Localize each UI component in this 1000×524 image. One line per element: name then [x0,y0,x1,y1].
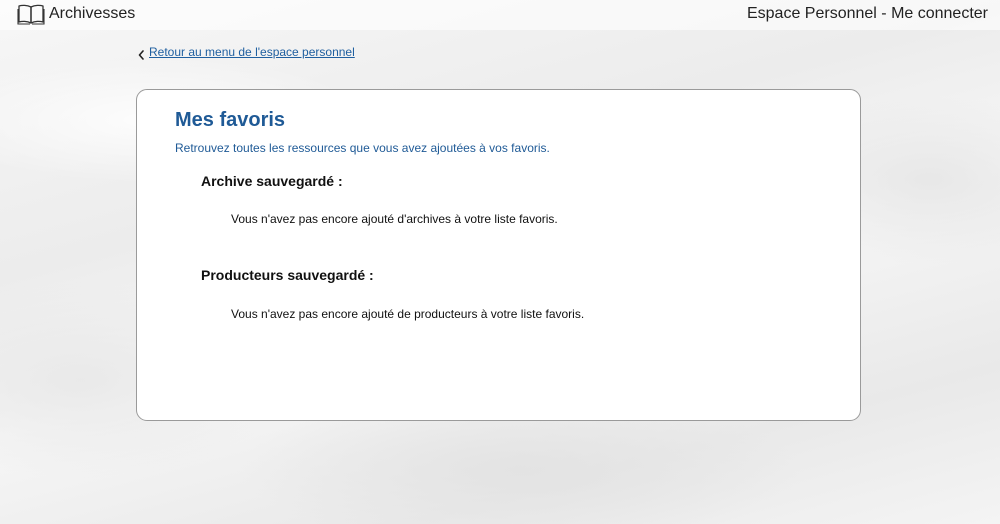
back-link-label: Retour au menu de l'espace personnel [149,45,355,59]
back-to-menu-link[interactable]: Retour au menu de l'espace personnel [138,45,355,60]
brand-name: Archivesses [49,5,136,22]
page-subtitle: Retrouvez toutes les ressources que vous… [175,141,550,155]
empty-message-producers: Vous n'avez pas encore ajouté de product… [231,307,585,321]
brand-logo[interactable]: Archivesses [17,3,135,25]
account-login-link[interactable]: Espace Personnel - Me connecter [747,5,988,23]
page-title: Mes favoris [175,109,286,131]
section-heading-producers: Producteurs sauvegardé : [201,267,374,283]
top-bar: Archivesses Espace Personnel - Me connec… [0,0,1000,30]
section-heading-archives: Archive sauvegardé : [201,173,343,189]
favorites-card: Mes favoris Retrouvez toutes les ressour… [136,89,861,421]
chevron-left-icon [138,47,144,60]
empty-message-archives: Vous n'avez pas encore ajouté d'archives… [231,212,558,226]
open-book-icon [17,3,45,25]
